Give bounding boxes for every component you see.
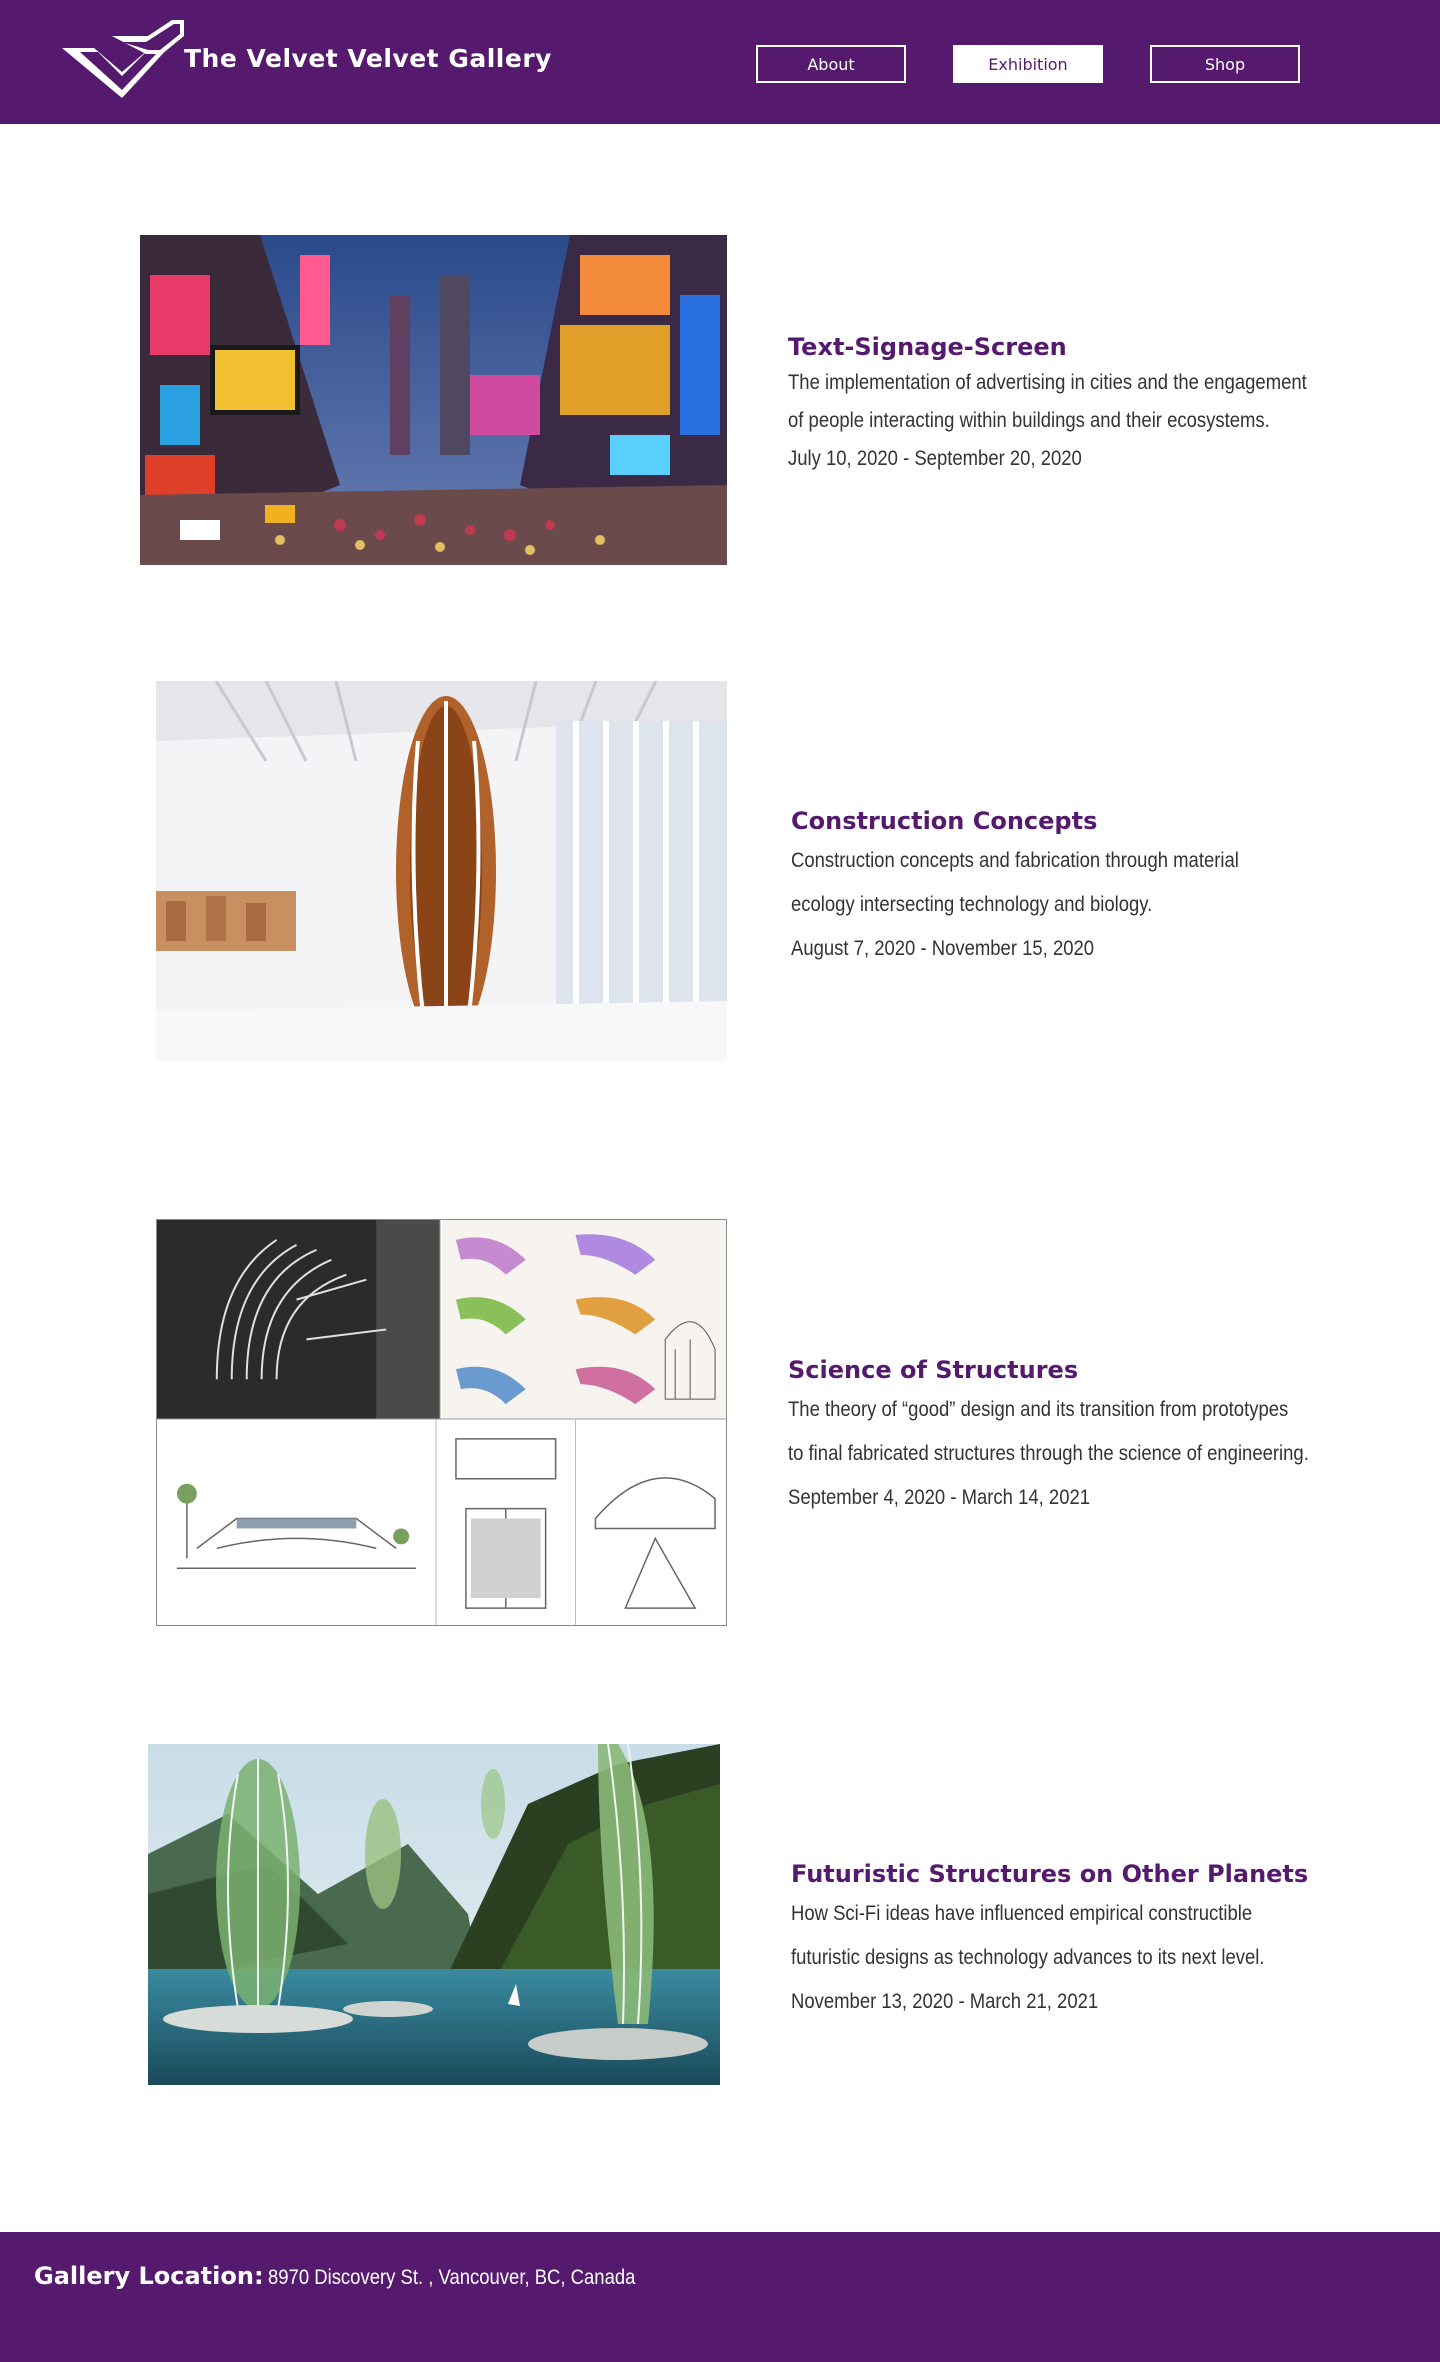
exhibition-title[interactable]: Science of Structures — [788, 1356, 1388, 1384]
exhibition-title[interactable]: Futuristic Structures on Other Planets — [791, 1860, 1391, 1888]
exhibition-description: to final fabricated structures through t… — [788, 1442, 1309, 1465]
nav-about-button[interactable]: About — [756, 45, 906, 83]
exhibition-image-text-signage — [140, 235, 727, 565]
nav-shop-button[interactable]: Shop — [1150, 45, 1300, 83]
nav-exhibition-button[interactable]: Exhibition — [953, 45, 1103, 83]
exhibition-description: of people interacting within buildings a… — [788, 409, 1270, 432]
futuristic-towers-photo-icon — [148, 1744, 720, 2085]
exhibition-image-science-of-structures — [156, 1219, 727, 1626]
city-signage-photo-icon — [140, 235, 727, 565]
exhibition-description: The theory of “good” design and its tran… — [788, 1398, 1289, 1421]
location-label: Gallery Location: — [34, 2262, 264, 2290]
exhibition-description: ecology intersecting technology and biol… — [791, 893, 1153, 916]
exhibition-image-futuristic-structures — [148, 1744, 720, 2085]
exhibition-text-4: Futuristic Structures on Other Planets H… — [791, 1860, 1391, 2014]
exhibition-dates: November 13, 2020 - March 21, 2021 — [791, 1990, 1099, 2013]
exhibition-dates: July 10, 2020 - September 20, 2020 — [788, 447, 1082, 470]
gallery-location: Gallery Location: 8970 Discovery St. , V… — [34, 2262, 686, 2290]
exhibition-title[interactable]: Text-Signage-Screen — [788, 333, 1388, 361]
exhibition-title[interactable]: Construction Concepts — [791, 807, 1391, 835]
exhibition-description: The implementation of advertising in cit… — [788, 371, 1307, 394]
exhibition-dates: August 7, 2020 - November 15, 2020 — [791, 937, 1095, 960]
exhibition-description: Construction concepts and fabrication th… — [791, 849, 1239, 872]
architecture-sketches-icon — [157, 1220, 726, 1625]
site-footer: Gallery Location: 8970 Discovery St. , V… — [0, 2232, 1440, 2362]
exhibition-text-3: Science of Structures The theory of “goo… — [788, 1356, 1388, 1510]
site-title[interactable]: The Velvet Velvet Gallery — [184, 44, 552, 73]
sculpture-gallery-photo-icon — [156, 681, 727, 1061]
site-header: The Velvet Velvet Gallery About Exhibiti… — [0, 0, 1440, 124]
exhibition-dates: September 4, 2020 - March 14, 2021 — [788, 1486, 1091, 1509]
exhibition-image-construction-concepts — [156, 681, 727, 1061]
exhibition-text-1: Text-Signage-Screen The implementation o… — [788, 333, 1388, 471]
exhibition-description: How Sci-Fi ideas have influenced empiric… — [791, 1902, 1253, 1925]
location-address: 8970 Discovery St. , Vancouver, BC, Cana… — [268, 2266, 636, 2289]
exhibition-text-2: Construction Concepts Construction conce… — [791, 807, 1391, 961]
exhibition-description: futuristic designs as technology advance… — [791, 1946, 1265, 1969]
velvet-v-logo-icon[interactable] — [62, 20, 184, 108]
